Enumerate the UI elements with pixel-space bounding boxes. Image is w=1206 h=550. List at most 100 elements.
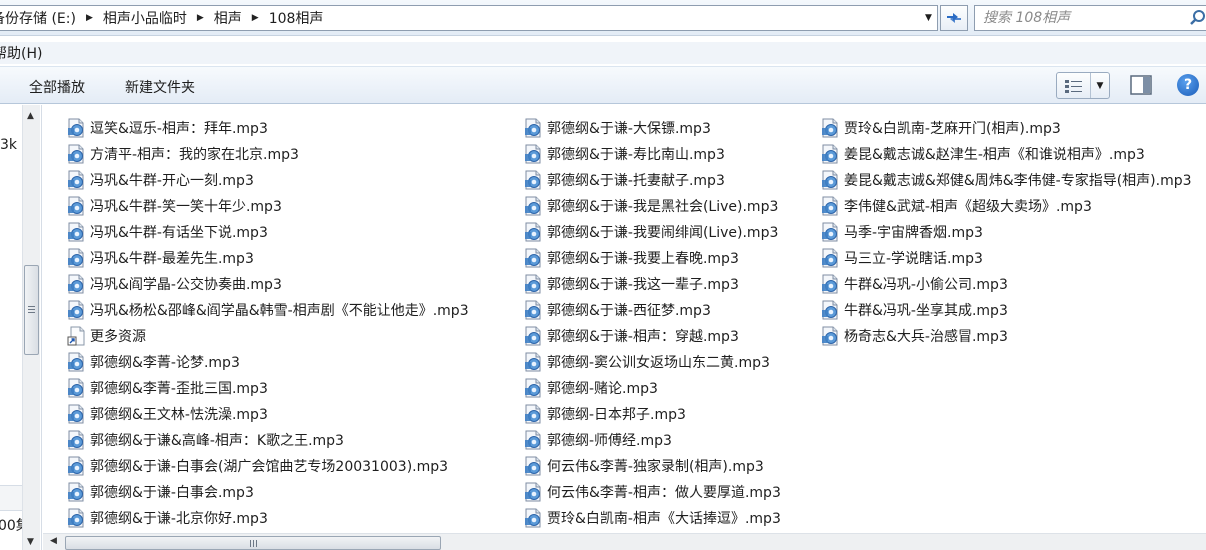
file-item[interactable]: 郭德纲-赌论.mp3 bbox=[524, 375, 781, 401]
file-name: 牛群&冯巩-坐享其成.mp3 bbox=[844, 303, 1008, 319]
file-item[interactable]: 逗笑&逗乐-相声：拜年.mp3 bbox=[67, 115, 469, 141]
file-item[interactable]: 杨奇志&大兵-治感冒.mp3 bbox=[821, 323, 1192, 349]
file-name: 郭德纲-日本邦子.mp3 bbox=[547, 407, 686, 423]
file-item[interactable]: 贾玲&白凯南-相声《大话捧逗》.mp3 bbox=[524, 505, 781, 531]
file-item[interactable]: 姜昆&戴志诚&郑健&周炜&李伟健-专家指导(相声).mp3 bbox=[821, 167, 1192, 193]
file-name: 姜昆&戴志诚&赵津生-相声《和谁说相声》.mp3 bbox=[844, 147, 1145, 163]
file-name: 何云伟&李菁-独家录制(相声).mp3 bbox=[547, 459, 764, 475]
file-item[interactable]: 冯巩&阎学晶-公交协奏曲.mp3 bbox=[67, 271, 469, 297]
file-item[interactable]: 郭德纲-日本邦子.mp3 bbox=[524, 401, 781, 427]
file-name: 冯巩&阎学晶-公交协奏曲.mp3 bbox=[90, 277, 282, 293]
audio-file-icon bbox=[524, 456, 544, 476]
search-box[interactable] bbox=[974, 5, 1206, 31]
file-item[interactable]: 郭德纲&于谦-北京你好.mp3 bbox=[67, 505, 469, 531]
file-name: 郭德纲&于谦-白事会.mp3 bbox=[90, 485, 254, 501]
breadcrumb-folder-xiangsheng[interactable]: 相声 bbox=[208, 8, 248, 28]
file-item[interactable]: 郭德纲&于谦&高峰-相声：K歌之王.mp3 bbox=[67, 427, 469, 453]
new-folder-button[interactable]: 新建文件夹 bbox=[125, 77, 195, 97]
file-item[interactable]: 郭德纲&于谦-寿比南山.mp3 bbox=[524, 141, 781, 167]
nav-size-fragment: 3k bbox=[0, 137, 18, 153]
file-item[interactable]: 郭德纲&于谦-托妻献子.mp3 bbox=[524, 167, 781, 193]
file-item[interactable]: 姜昆&戴志诚&赵津生-相声《和谁说相声》.mp3 bbox=[821, 141, 1192, 167]
file-item[interactable]: 郭德纲&李菁-论梦.mp3 bbox=[67, 349, 469, 375]
search-input[interactable] bbox=[983, 9, 1183, 27]
horizontal-scroll-thumb[interactable] bbox=[65, 536, 441, 550]
file-name: 郭德纲&于谦&高峰-相声：K歌之王.mp3 bbox=[90, 433, 344, 449]
address-bar[interactable]: 备份存储 (E:) ▶ 相声小品临时 ▶ 相声 ▶ 108相声 ▼ bbox=[0, 5, 938, 31]
file-item[interactable]: 郭德纲&于谦-相声：穿越.mp3 bbox=[524, 323, 781, 349]
file-item[interactable]: 牛群&冯巩-坐享其成.mp3 bbox=[821, 297, 1192, 323]
file-item[interactable]: 郭德纲&于谦-我是黑社会(Live).mp3 bbox=[524, 193, 781, 219]
file-item[interactable]: 郭德纲&王文林-怯洗澡.mp3 bbox=[67, 401, 469, 427]
file-item[interactable]: 郭德纲&于谦-白事会.mp3 bbox=[67, 479, 469, 505]
file-name: 冯巩&牛群-最差先生.mp3 bbox=[90, 251, 254, 267]
audio-file-icon bbox=[524, 170, 544, 190]
file-name: 更多资源 bbox=[90, 329, 146, 345]
horizontal-scrollbar[interactable]: ◀ bbox=[43, 533, 1206, 550]
file-item[interactable]: 马三立-学说瞎话.mp3 bbox=[821, 245, 1192, 271]
file-item[interactable]: 郭德纲-师傅经.mp3 bbox=[524, 427, 781, 453]
file-item[interactable]: 冯巩&牛群-有话坐下说.mp3 bbox=[67, 219, 469, 245]
file-item[interactable]: 方清平-相声：我的家在北京.mp3 bbox=[67, 141, 469, 167]
file-item[interactable]: 郭德纲-窦公训女返场山东二黄.mp3 bbox=[524, 349, 781, 375]
audio-file-icon bbox=[524, 118, 544, 138]
audio-file-icon bbox=[67, 248, 87, 268]
search-icon[interactable] bbox=[1189, 9, 1206, 27]
preview-pane-icon[interactable] bbox=[1130, 75, 1152, 95]
file-item[interactable]: 郭德纲&于谦-我要上春晚.mp3 bbox=[524, 245, 781, 271]
file-item[interactable]: 冯巩&牛群-最差先生.mp3 bbox=[67, 245, 469, 271]
nav-scroll-thumb[interactable] bbox=[24, 265, 39, 355]
file-name: 冯巩&牛群-有话坐下说.mp3 bbox=[90, 225, 268, 241]
file-item[interactable]: 李伟健&武斌-相声《超级大卖场》.mp3 bbox=[821, 193, 1192, 219]
file-item[interactable]: 马季-宇宙牌香烟.mp3 bbox=[821, 219, 1192, 245]
audio-file-icon bbox=[524, 404, 544, 424]
file-name: 郭德纲&于谦-我要闹绯闻(Live).mp3 bbox=[547, 225, 779, 241]
file-name: 郭德纲&于谦-白事会(湖广会馆曲艺专场20031003).mp3 bbox=[90, 459, 449, 475]
file-name: 郭德纲&于谦-我这一辈子.mp3 bbox=[547, 277, 739, 293]
audio-file-icon bbox=[67, 430, 87, 450]
breadcrumb-drive[interactable]: 备份存储 (E:) bbox=[0, 8, 82, 28]
audio-file-icon bbox=[524, 352, 544, 372]
file-item[interactable]: 郭德纲&于谦-大保镖.mp3 bbox=[524, 115, 781, 141]
views-icon[interactable] bbox=[1057, 73, 1091, 98]
file-name: 姜昆&戴志诚&郑健&周炜&李伟健-专家指导(相声).mp3 bbox=[844, 173, 1192, 189]
scroll-left-arrow-icon[interactable]: ◀ bbox=[50, 536, 57, 546]
file-item[interactable]: 冯巩&杨松&邵峰&阎学晶&韩雪-相声剧《不能让他走》.mp3 bbox=[67, 297, 469, 323]
nav-vertical-scrollbar[interactable]: ▲ ▼ bbox=[22, 105, 40, 550]
change-view-button[interactable]: ▼ bbox=[1056, 72, 1110, 99]
file-item[interactable]: 郭德纲&于谦-我要闹绯闻(Live).mp3 bbox=[524, 219, 781, 245]
file-item[interactable]: 郭德纲&李菁-歪批三国.mp3 bbox=[67, 375, 469, 401]
breadcrumb-arrow-icon[interactable]: ▶ bbox=[82, 13, 97, 23]
audio-file-icon bbox=[67, 196, 87, 216]
shortcut-icon bbox=[67, 326, 87, 346]
file-name: 马三立-学说瞎话.mp3 bbox=[844, 251, 983, 267]
help-icon[interactable]: ? bbox=[1177, 74, 1199, 96]
file-item[interactable]: 何云伟&李菁-相声：做人要厚道.mp3 bbox=[524, 479, 781, 505]
audio-file-icon bbox=[67, 300, 87, 320]
address-dropdown-icon[interactable]: ▼ bbox=[919, 6, 937, 30]
address-bar-row: 备份存储 (E:) ▶ 相声小品临时 ▶ 相声 ▶ 108相声 ▼ bbox=[0, 0, 1206, 36]
refresh-button[interactable] bbox=[940, 5, 968, 31]
breadcrumb-arrow-icon[interactable]: ▶ bbox=[193, 13, 208, 23]
file-item[interactable]: 贾玲&白凯南-芝麻开门(相声).mp3 bbox=[821, 115, 1192, 141]
breadcrumb-arrow-icon[interactable]: ▶ bbox=[248, 13, 263, 23]
breadcrumb-folder-current[interactable]: 108相声 bbox=[263, 8, 330, 28]
breadcrumb-folder-temp[interactable]: 相声小品临时 bbox=[97, 8, 193, 28]
file-item[interactable]: 冯巩&牛群-开心一刻.mp3 bbox=[67, 167, 469, 193]
file-item[interactable]: 何云伟&李菁-独家录制(相声).mp3 bbox=[524, 453, 781, 479]
play-all-button[interactable]: 全部播放 bbox=[29, 77, 85, 97]
scroll-up-arrow-icon[interactable]: ▲ bbox=[27, 111, 34, 121]
audio-file-icon bbox=[821, 326, 841, 346]
file-item[interactable]: 郭德纲&于谦-白事会(湖广会馆曲艺专场20031003).mp3 bbox=[67, 453, 469, 479]
views-dropdown-icon[interactable]: ▼ bbox=[1091, 73, 1109, 98]
file-column-3: 贾玲&白凯南-芝麻开门(相声).mp3 姜昆&戴志诚&赵津生-相声《和谁说相声》.… bbox=[821, 115, 1192, 349]
scroll-down-arrow-icon[interactable]: ▼ bbox=[27, 537, 34, 547]
file-item[interactable]: 牛群&冯巩-小偷公司.mp3 bbox=[821, 271, 1192, 297]
file-name: 郭德纲&于谦-我是黑社会(Live).mp3 bbox=[547, 199, 779, 215]
file-item[interactable]: 更多资源 bbox=[67, 323, 469, 349]
menu-help[interactable]: 帮助(H) bbox=[0, 43, 42, 63]
file-item[interactable]: 郭德纲&于谦-我这一辈子.mp3 bbox=[524, 271, 781, 297]
file-item[interactable]: 冯巩&牛群-笑一笑十年少.mp3 bbox=[67, 193, 469, 219]
file-item[interactable]: 郭德纲&于谦-西征梦.mp3 bbox=[524, 297, 781, 323]
audio-file-icon bbox=[67, 404, 87, 424]
